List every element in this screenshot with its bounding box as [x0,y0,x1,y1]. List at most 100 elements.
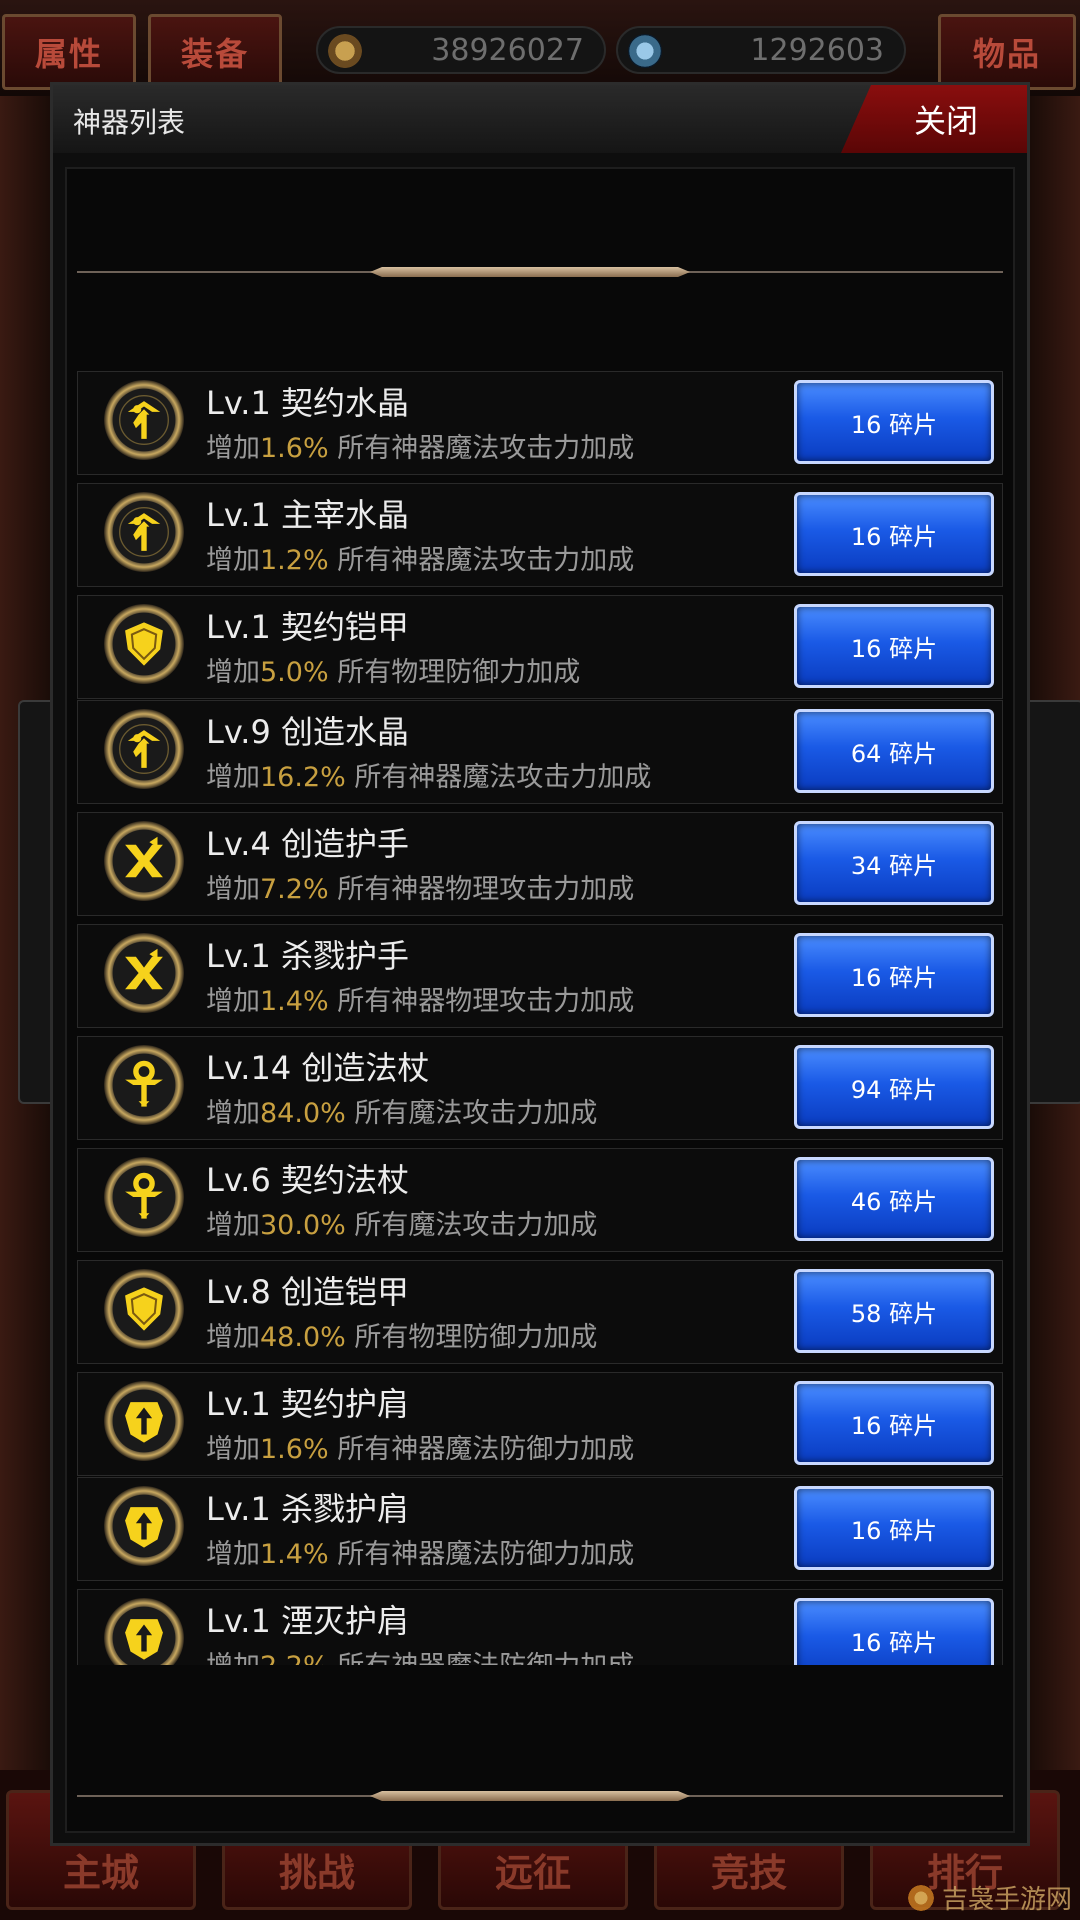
bonus-prefix: 增加 [206,1651,260,1665]
upgrade-cost-button[interactable]: 16 碎片 [794,933,994,1017]
upgrade-cost-button[interactable]: 16 碎片 [794,380,994,464]
artifact-row[interactable]: Lv.4 创造护手增加7.2% 所有神器物理攻击力加成 34 碎片 [77,812,1003,916]
artifact-description: 增加2.2% 所有神器魔法防御力加成 [206,1644,634,1665]
bonus-prefix: 增加 [206,1210,260,1241]
artifact-title: Lv.8 创造铠甲 [206,1273,409,1311]
bonus-suffix: 所有神器魔法攻击力加成 [345,762,652,793]
tab-attributes[interactable]: 属性 [2,14,136,90]
artifact-list[interactable]: Lv.1 契约水晶 增加1.6% 所有神器魔法攻击力加成 16 碎片 Lv.1 主宰水… [77,371,1003,1665]
upgrade-cost-button[interactable]: 94 碎片 [794,1045,994,1129]
artifact-row[interactable]: Lv.1 契约水晶增加1.6% 所有神器魔法攻击力加成 16 碎片 [77,371,1003,475]
bonus-percent: 1.4% [260,1539,329,1570]
bonus-suffix: 所有神器物理攻击力加成 [328,986,635,1017]
modal-title: 神器列表 [73,106,186,139]
artifact-description: 增加1.4% 所有神器魔法防御力加成 [206,1532,634,1571]
upgrade-cost-button[interactable]: 16 碎片 [794,1381,994,1465]
bonus-percent: 16.2% [260,762,346,793]
gauntlet-icon [104,933,184,1013]
bonus-prefix: 增加 [206,545,260,576]
skull-icon [628,34,662,68]
soul-amount: 1292603 [750,32,884,68]
artifact-row[interactable]: Lv.1 契约护肩增加1.6% 所有神器魔法防御力加成 16 碎片 [77,1372,1003,1476]
artifact-description: 增加1.6% 所有神器魔法防御力加成 [206,1427,634,1466]
list-panel: Lv.1 契约水晶 增加1.6% 所有神器魔法攻击力加成 16 碎片 Lv.1 主宰水… [65,167,1015,1833]
bonus-suffix: 所有神器物理攻击力加成 [328,874,635,905]
artifact-row[interactable]: Lv.9 创造水晶增加16.2% 所有神器魔法攻击力加成 64 碎片 [77,700,1003,804]
bonus-prefix: 增加 [206,762,260,793]
artifact-description: 增加84.0% 所有魔法攻击力加成 [206,1091,597,1130]
artifact-title: Lv.1 杀戮护肩 [206,1490,409,1528]
bonus-suffix: 所有神器魔法防御力加成 [329,1651,634,1665]
artifact-title: Lv.9 创造水晶 [206,713,409,751]
artifact-row[interactable]: Lv.6 契约法杖增加30.0% 所有魔法攻击力加成 46 碎片 [77,1148,1003,1252]
bonus-suffix: 所有神器魔法防御力加成 [328,1434,635,1465]
upgrade-cost-button[interactable]: 16 碎片 [794,492,994,576]
close-button[interactable]: 关闭 [841,85,1027,153]
bonus-suffix: 所有神器魔法攻击力加成 [328,545,635,576]
shoulder-icon [104,1598,184,1665]
artifact-row[interactable]: Lv.1 杀戮护手增加1.4% 所有神器物理攻击力加成 16 碎片 [77,924,1003,1028]
bonus-percent: 1.4% [260,986,329,1017]
upgrade-cost-button[interactable]: 16 碎片 [794,604,994,688]
artifact-row[interactable]: Lv.8 创造铠甲增加48.0% 所有物理防御力加成 58 碎片 [77,1260,1003,1364]
upgrade-cost-button[interactable]: 58 碎片 [794,1269,994,1353]
artifact-row[interactable]: Lv.1 杀戮护肩增加1.4% 所有神器魔法防御力加成 16 碎片 [77,1477,1003,1581]
bonus-percent: 2.2% [260,1651,329,1665]
bonus-percent: 1.6% [260,1434,329,1465]
artifact-description: 增加1.4% 所有神器物理攻击力加成 [206,979,634,1018]
artifact-row[interactable]: Lv.1 湮灭护肩增加2.2% 所有神器魔法防御力加成 16 碎片 [77,1589,1003,1665]
bonus-prefix: 增加 [206,657,260,688]
crystal-icon [104,380,184,460]
tab-items[interactable]: 物品 [938,14,1076,90]
bonus-prefix: 增加 [206,874,260,905]
artifact-title: Lv.1 契约护肩 [206,1385,409,1423]
bonus-percent: 48.0% [260,1322,346,1353]
bonus-percent: 84.0% [260,1098,346,1129]
upgrade-cost-button[interactable]: 46 碎片 [794,1157,994,1241]
upgrade-cost-button[interactable]: 64 碎片 [794,709,994,793]
artifact-title: Lv.1 杀戮护手 [206,937,409,975]
artifact-title: Lv.6 契约法杖 [206,1161,409,1199]
upgrade-cost-button[interactable]: 34 碎片 [794,821,994,905]
artifact-description: 增加7.2% 所有神器物理攻击力加成 [206,867,634,906]
bonus-suffix: 所有物理防御力加成 [345,1322,598,1353]
gauntlet-icon [104,821,184,901]
bonus-prefix: 增加 [206,1434,260,1465]
gold-amount: 38926027 [431,32,584,68]
crystal-icon [104,709,184,789]
bonus-prefix: 增加 [206,1322,260,1353]
shoulder-icon [104,1486,184,1566]
artifact-row[interactable]: Lv.14 创造法杖增加84.0% 所有魔法攻击力加成 94 碎片 [77,1036,1003,1140]
bonus-percent: 1.6% [260,433,329,464]
tab-equipment[interactable]: 装备 [148,14,282,90]
artifact-description: 增加30.0% 所有魔法攻击力加成 [206,1203,597,1242]
bottom-divider-ornament [370,1791,690,1801]
bonus-percent: 30.0% [260,1210,346,1241]
artifact-description: 增加1.6% 所有神器魔法攻击力加成 [206,426,634,465]
bonus-suffix: 所有魔法攻击力加成 [345,1098,598,1129]
artifact-description: 增加1.2% 所有神器魔法攻击力加成 [206,538,634,577]
artifact-title: Lv.1 契约铠甲 [206,608,409,646]
top-divider-ornament [370,267,690,277]
bonus-prefix: 增加 [206,986,260,1017]
artifact-title: Lv.4 创造护手 [206,825,409,863]
artifact-row[interactable]: Lv.1 主宰水晶 增加1.2% 所有神器魔法攻击力加成 16 碎片 [77,483,1003,587]
shoulder-icon [104,1381,184,1461]
bonus-percent: 5.0% [260,657,329,688]
staff-icon [104,1045,184,1125]
bonus-prefix: 增加 [206,433,260,464]
staff-icon [104,1157,184,1237]
upgrade-cost-button[interactable]: 16 碎片 [794,1598,994,1665]
artifact-row[interactable]: Lv.1 契约铠甲 增加5.0% 所有物理防御力加成 16 碎片 [77,595,1003,699]
upgrade-cost-button[interactable]: 16 碎片 [794,1486,994,1570]
artifact-title: Lv.14 创造法杖 [206,1049,430,1087]
bonus-prefix: 增加 [206,1098,260,1129]
bonus-percent: 7.2% [260,874,329,905]
armor-icon [104,604,184,684]
gold-counter: 38926027 [316,26,606,74]
artifact-description: 增加48.0% 所有物理防御力加成 [206,1315,597,1354]
bonus-percent: 1.2% [260,545,329,576]
artifact-title: Lv.1 契约水晶 [206,384,409,422]
bonus-suffix: 所有神器魔法攻击力加成 [328,433,635,464]
armor-icon [104,1269,184,1349]
